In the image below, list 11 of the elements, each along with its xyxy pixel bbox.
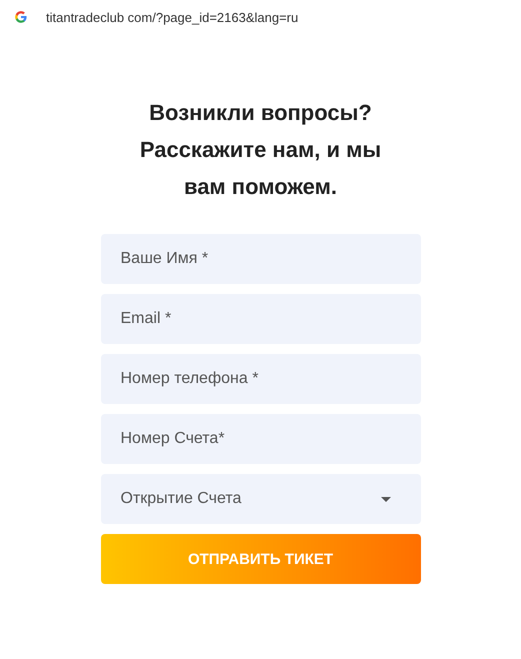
input-field[interactable]: Ваше Имя *	[100, 234, 420, 284]
select-field[interactable]: Открытие Счета	[100, 474, 420, 524]
input-field[interactable]: Email *	[100, 294, 420, 344]
input-field[interactable]: Номер Счета*	[100, 414, 420, 464]
url-text[interactable]: titantradeclub com/?page_id=2163&lang=ru	[46, 10, 298, 24]
heading-line: Возникли вопросы?	[148, 99, 373, 127]
input-field[interactable]: Номер телефона *	[100, 354, 420, 404]
heading-line: вам поможем.	[182, 173, 338, 201]
google-logo-icon	[14, 10, 28, 24]
heading-line: Расскажите нам, и мы	[138, 136, 382, 164]
caret-icon	[380, 496, 390, 502]
